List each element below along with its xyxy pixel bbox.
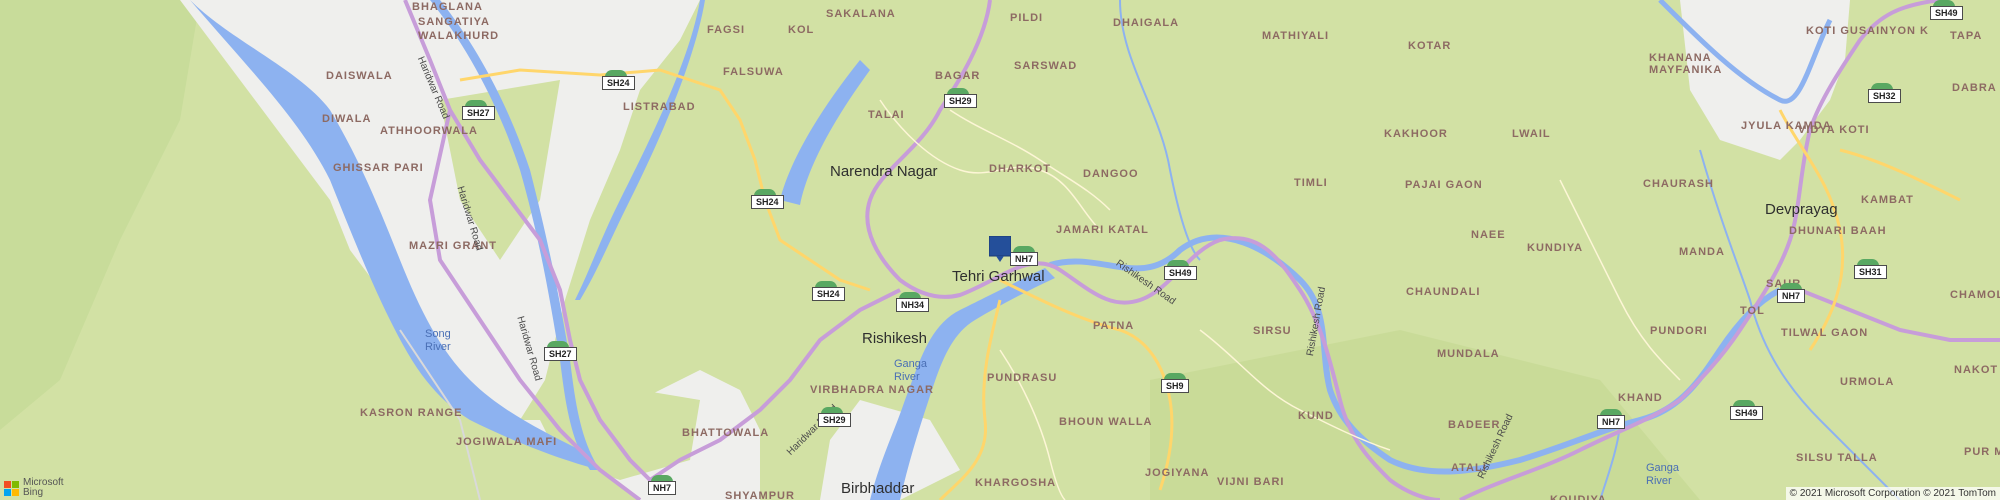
village-label: VIDYA KOTI	[1798, 124, 1870, 136]
water-label: River	[894, 371, 920, 383]
village-label: GHISSAR PARI	[333, 162, 424, 174]
village-label: DAISWALA	[326, 70, 393, 82]
village-label: BHATTOWALA	[682, 427, 770, 439]
village-label: LWAIL	[1512, 128, 1551, 140]
road-shield-label: SH31	[1854, 265, 1887, 279]
village-label: KAMBAT	[1861, 194, 1914, 206]
map-canvas[interactable]: BHAGLANA SANGATIYA WALAKHURD DAISWALA DIWALA…	[0, 0, 2000, 500]
village-label: TILWAL GAON	[1781, 327, 1869, 339]
road-shield-label: NH7	[1777, 289, 1806, 303]
village-label: PUNDRASU	[987, 372, 1058, 384]
village-label: SIRSU	[1253, 325, 1292, 337]
road-shield-label: NH7	[648, 481, 677, 495]
road-shield-label: NH7	[1010, 252, 1039, 266]
town-label: Rishikesh	[862, 330, 928, 347]
road-shield-label: SH32	[1868, 89, 1901, 103]
road-shield-label: SH49	[1730, 406, 1763, 420]
town-label: Birbhaddar	[841, 480, 915, 497]
village-label: TIMLI	[1294, 177, 1328, 189]
water-label: Ganga	[894, 358, 928, 370]
village-label: DHAIGALA	[1113, 17, 1180, 29]
village-label: DHUNARI BAAH	[1789, 225, 1887, 237]
village-label: URMOLA	[1840, 376, 1895, 388]
village-label: VIJNI BARI	[1217, 476, 1285, 488]
village-label: PATNA	[1093, 320, 1135, 332]
road-shield-label: SH27	[544, 347, 577, 361]
road-shield-label: SH29	[944, 94, 977, 108]
village-label: DHARKOT	[989, 163, 1051, 175]
village-label: JOGIYANA	[1145, 467, 1210, 479]
village-label: DABRA	[1952, 82, 1997, 94]
village-label: SILSU TALLA	[1796, 452, 1878, 464]
road-shield-label: SH29	[818, 413, 851, 427]
village-label: KOTI GUSAINYON K	[1806, 25, 1929, 37]
village-label: KAKHOOR	[1384, 128, 1448, 140]
village-label: SARSWAD	[1014, 60, 1078, 72]
road-shield-label: SH27	[462, 106, 495, 120]
village-label: MUNDALA	[1437, 348, 1500, 360]
town-label: Tehri Garhwal	[952, 268, 1045, 285]
road-shield-label: SH49	[1930, 6, 1963, 20]
village-label: PILDI	[1010, 12, 1044, 24]
village-label: VIRBHADRA NAGAR	[810, 384, 934, 396]
town-label: Narendra Nagar	[830, 163, 938, 180]
location-pin-icon[interactable]	[989, 236, 1011, 262]
village-label: KHANANA	[1649, 52, 1712, 64]
road-shield-label: SH49	[1164, 266, 1197, 280]
village-label: NAKOT BHA	[1954, 364, 2000, 376]
village-label: JOGIWALA MAFI	[456, 436, 558, 448]
village-label: BAGAR	[935, 70, 981, 82]
village-label: TOL	[1740, 305, 1765, 317]
road-shield-label: NH34	[896, 298, 930, 312]
village-label: JAMARI KATAL	[1056, 224, 1149, 236]
village-label: ATHHOORWALA	[380, 125, 478, 137]
village-label: FAGSI	[707, 24, 746, 36]
village-label: MANDA	[1679, 246, 1725, 258]
village-label: PUR MUSI	[1964, 446, 2000, 458]
village-label: DANGOO	[1083, 168, 1139, 180]
road-shield-label: NH7	[1597, 415, 1626, 429]
village-label: NAEE	[1471, 229, 1506, 241]
water-label: Song	[425, 328, 451, 340]
village-label: KOL	[788, 24, 815, 36]
bing-brand-line2: Bing	[23, 487, 44, 498]
village-label: TALAI	[868, 109, 905, 121]
village-label: DIWALA	[322, 113, 372, 125]
village-label: MAYFANIKA	[1649, 64, 1723, 76]
water-label: River	[425, 341, 451, 353]
village-label: FALSUWA	[723, 66, 784, 78]
water-label: Ganga	[1646, 462, 1680, 474]
microsoft-logo-icon	[4, 480, 19, 496]
village-label: KOTAR	[1408, 40, 1452, 52]
village-label: MATHIYALI	[1262, 30, 1330, 42]
water-label: River	[1646, 475, 1672, 487]
village-label: TAPA	[1950, 30, 1983, 42]
town-label: Devprayag	[1765, 201, 1838, 218]
village-label: PUNDORI	[1650, 325, 1708, 337]
bing-attribution[interactable]: Microsoft Bing	[4, 478, 64, 498]
copyright-notice[interactable]: © 2021 Microsoft Corporation © 2021 TomT…	[1785, 487, 2000, 500]
village-label: KASRON RANGE	[360, 407, 463, 419]
village-label: KUNDIYA	[1527, 242, 1584, 254]
road-shield-label: SH24	[602, 76, 635, 90]
village-label: CHAURASH	[1643, 178, 1714, 190]
village-label: CHAMOLI	[1950, 289, 2000, 301]
village-label: CHAUNDALI	[1406, 286, 1481, 298]
village-label: KOUDIYA	[1550, 494, 1607, 500]
village-label: BADEER	[1448, 419, 1501, 431]
village-label: BHOUN WALLA	[1059, 416, 1153, 428]
village-label: KUND	[1298, 410, 1334, 422]
village-label: LISTRABAD	[623, 101, 696, 113]
village-label: PAJAI GAON	[1405, 179, 1483, 191]
road-shield-label: SH9	[1161, 379, 1189, 393]
road-shield-label: SH24	[812, 287, 845, 301]
village-label: KHAND	[1618, 392, 1663, 404]
village-label: WALAKHURD	[418, 30, 500, 42]
village-label: KHARGOSHA	[975, 477, 1057, 489]
village-label: SAKALANA	[826, 8, 896, 20]
village-label: BHAGLANA	[412, 1, 483, 13]
road-shield-label: SH24	[751, 195, 784, 209]
village-label: SHYAMPUR	[725, 490, 795, 500]
village-label: SANGATIYA	[418, 16, 490, 28]
